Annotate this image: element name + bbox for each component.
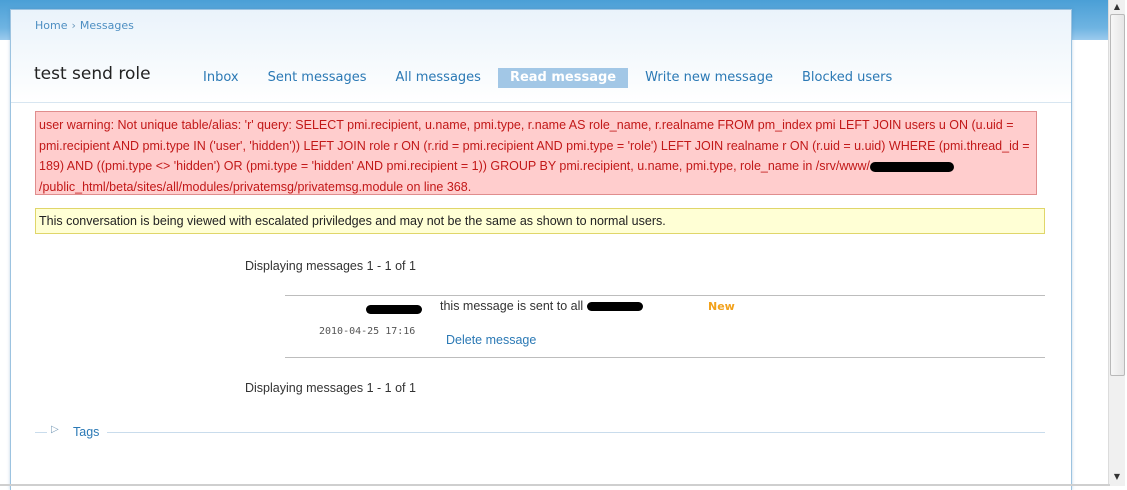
breadcrumb: Home › Messages — [35, 19, 134, 32]
page-title: test send role — [34, 64, 151, 84]
breadcrumb-messages-link[interactable]: Messages — [80, 19, 134, 32]
message-tabs: Inbox Sent messages All messages Read me… — [191, 68, 909, 88]
page-header: Home › Messages test send role Inbox Sent … — [11, 10, 1071, 103]
tab-blocked-users[interactable]: Blocked users — [790, 68, 904, 88]
tags-fieldset-toggle[interactable]: Tags — [73, 425, 99, 439]
page-frame: Home › Messages test send role Inbox Sent … — [10, 9, 1072, 490]
message-divider-top — [285, 295, 1045, 296]
tab-all-messages[interactable]: All messages — [384, 68, 493, 88]
paging-summary-top: Displaying messages 1 - 1 of 1 — [245, 259, 416, 273]
message-body: this message is sent to all — [440, 299, 644, 313]
delete-message-link[interactable]: Delete message — [446, 333, 536, 347]
tab-sent-messages[interactable]: Sent messages — [256, 68, 379, 88]
tags-fieldset-border-right — [107, 432, 1045, 433]
scroll-down-icon[interactable]: ▼ — [1109, 470, 1125, 484]
tab-write-new-message[interactable]: Write new message — [633, 68, 785, 88]
tab-read-message[interactable]: Read message — [497, 68, 629, 88]
message-text: this message is sent to all — [440, 299, 584, 313]
message-date: 2010-04-25 17:16 — [319, 326, 416, 337]
redacted-recipient — [587, 302, 644, 312]
redacted-path-segment — [869, 161, 954, 172]
error-message: user warning: Not unique table/alias: 'r… — [35, 111, 1037, 195]
redacted-author — [366, 305, 422, 314]
scroll-up-icon[interactable]: ▲ — [1109, 0, 1125, 14]
breadcrumb-home-link[interactable]: Home — [35, 19, 67, 32]
new-status-badge: New — [708, 300, 735, 313]
tab-inbox[interactable]: Inbox — [191, 68, 251, 88]
breadcrumb-separator: › — [71, 19, 76, 32]
expand-arrow-icon[interactable]: ▷ — [51, 424, 59, 435]
vertical-scrollbar[interactable]: ▲ ▼ — [1108, 0, 1125, 486]
warning-message: This conversation is being viewed with e… — [35, 208, 1045, 234]
error-text-path: /public_html/beta/sites/all/modules/priv… — [39, 179, 472, 194]
paging-summary-bottom: Displaying messages 1 - 1 of 1 — [245, 381, 416, 395]
scrollbar-thumb[interactable] — [1110, 14, 1125, 376]
message-divider-bottom — [285, 357, 1045, 358]
tags-fieldset-border-left — [35, 432, 47, 433]
